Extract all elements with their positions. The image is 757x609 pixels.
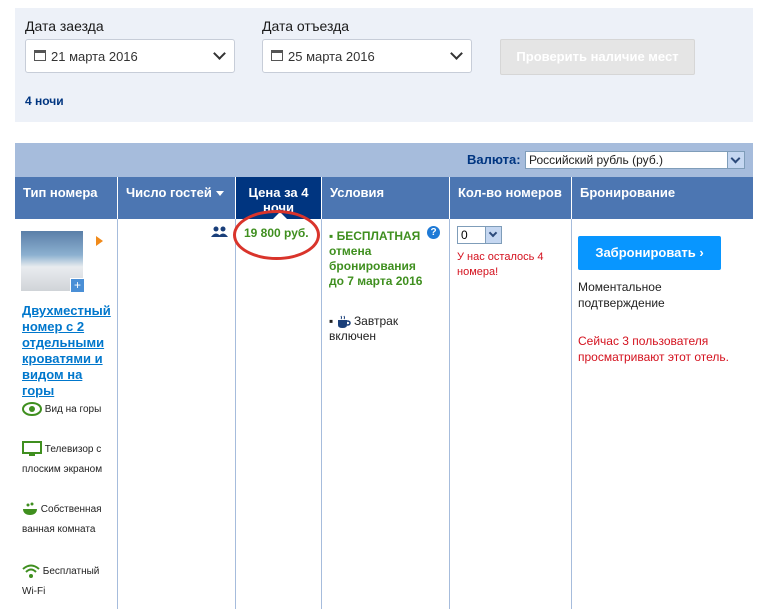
checkout-date-select[interactable]: 25 марта 2016 <box>262 39 472 73</box>
eye-icon <box>22 402 42 417</box>
viewers-alert: Сейчас 3 пользователя просматривают этот… <box>578 334 729 364</box>
header-rooms-count: Кол-во номеров <box>450 177 572 219</box>
header-conditions: Условия <box>322 177 450 219</box>
header-room-type: Тип номера <box>15 177 118 219</box>
instant-confirmation-text: Моментальное подтверждение <box>578 280 665 310</box>
rooms-left-warning: У нас осталось 4 номера! <box>457 251 544 278</box>
currency-label: Валюта: <box>467 152 521 167</box>
column-divider <box>571 219 572 609</box>
date-search-panel: Дата заезда 21 марта 2016 Дата отъезда 2… <box>15 8 753 122</box>
coffee-cup-icon <box>337 315 351 328</box>
check-availability-button[interactable]: Проверить наличие мест <box>500 39 695 75</box>
header-booking: Бронирование <box>580 185 676 200</box>
amenity-flat-tv: Телевизор с плоским экраном <box>22 440 114 480</box>
column-divider <box>321 219 322 609</box>
amenity-private-bathroom: Собственная ванная комната <box>22 500 114 540</box>
currency-select[interactable]: Российский рубль (руб.) <box>525 151 745 169</box>
column-divider <box>235 219 236 609</box>
checkout-date-value: 25 марта 2016 <box>288 49 375 64</box>
chevron-down-icon <box>213 47 226 60</box>
dropdown-arrow-icon <box>485 227 501 243</box>
book-button[interactable]: Забронировать › <box>578 236 721 270</box>
room-name-link[interactable]: Двухместный номер с 2 отдельными кроватя… <box>22 303 114 399</box>
nights-count: 4 ночи <box>25 94 64 108</box>
rooms-table-header: Тип номера Число гостей Цена за 4 ночи У… <box>15 177 753 219</box>
header-guests[interactable]: Число гостей <box>118 177 236 219</box>
checkin-label: Дата заезда <box>25 18 104 34</box>
room-quantity-select[interactable]: 0 <box>457 226 502 244</box>
amenity-mountain-view: Вид на горы <box>22 400 114 420</box>
two-guests-icon <box>211 226 228 237</box>
column-divider <box>117 219 118 609</box>
tv-icon <box>22 441 42 457</box>
help-icon[interactable]: ? <box>427 226 440 239</box>
calendar-icon <box>34 50 46 61</box>
calendar-icon <box>271 50 283 61</box>
breakfast-included: ▪ Завтрак включен <box>329 314 399 343</box>
quantity-value: 0 <box>461 228 468 242</box>
currency-bar: Валюта: Российский рубль (руб.) <box>15 143 753 177</box>
chevron-down-icon <box>450 47 463 60</box>
wifi-icon <box>22 564 40 579</box>
zoom-plus-icon[interactable]: + <box>70 278 85 293</box>
sort-down-icon <box>215 191 224 197</box>
checkin-date-select[interactable]: 21 марта 2016 <box>25 39 235 73</box>
checkin-date-value: 21 марта 2016 <box>51 49 138 64</box>
highlight-circle <box>233 210 320 260</box>
checkout-label: Дата отъезда <box>262 18 350 34</box>
dropdown-arrow-icon <box>727 152 744 168</box>
column-divider <box>449 219 450 609</box>
expand-arrow-icon[interactable] <box>96 236 103 246</box>
room-photo[interactable]: + <box>21 231 85 293</box>
currency-value: Российский рубль (руб.) <box>529 153 664 167</box>
bath-icon <box>23 502 37 516</box>
free-cancellation-text: ▪ БЕСПЛАТНАЯ отмена бронирования до 7 ма… <box>329 229 423 288</box>
amenity-free-wifi: Бесплатный Wi-Fi <box>22 562 114 602</box>
